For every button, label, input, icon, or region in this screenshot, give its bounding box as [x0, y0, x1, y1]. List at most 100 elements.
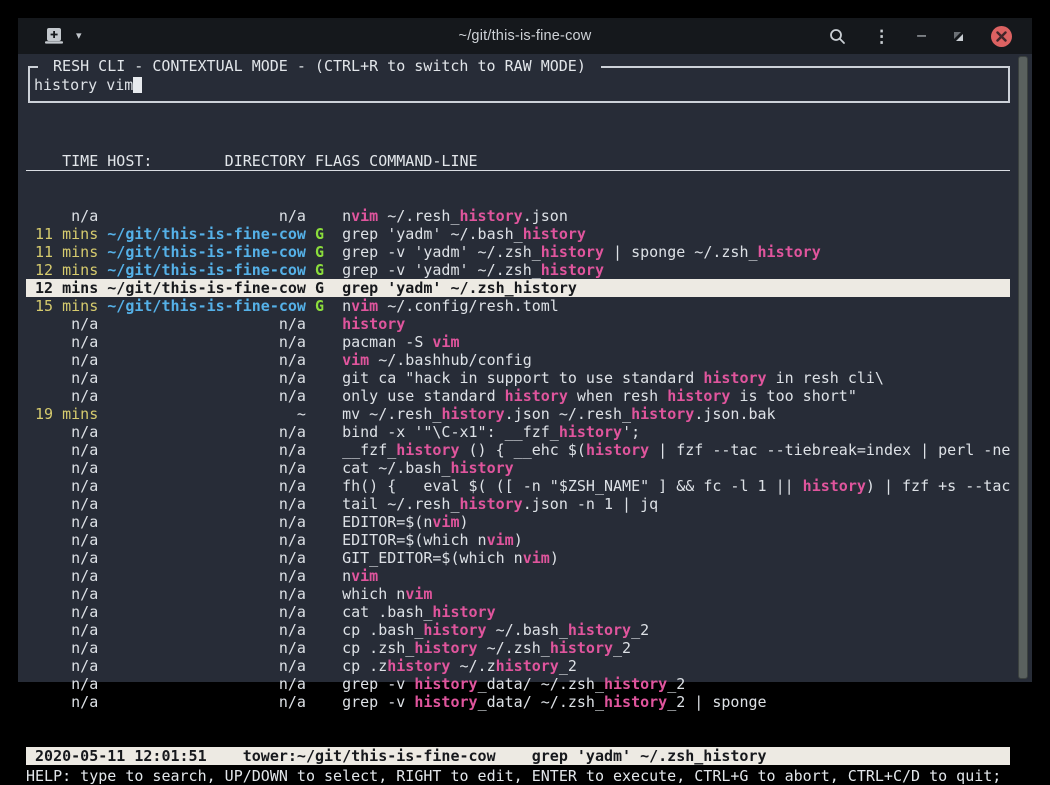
- row-flags: [315, 513, 342, 531]
- scrollbar[interactable]: [1018, 56, 1028, 679]
- scrollbar-thumb[interactable]: [1018, 56, 1028, 679]
- row-directory: n/a: [98, 693, 315, 711]
- row-directory: n/a: [98, 549, 315, 567]
- history-row[interactable]: n/a n/a vim ~/.bashhub/config: [26, 351, 1010, 369]
- row-time: n/a: [26, 657, 98, 675]
- row-command: in resh cli\: [767, 369, 884, 387]
- row-command-match: vim: [432, 333, 459, 351]
- row-command-match: history: [496, 657, 559, 675]
- row-command: grep -v 'yadm' ~/.zsh_: [342, 261, 541, 279]
- history-row[interactable]: n/a n/a nvim ~/.resh_history.json: [26, 207, 1010, 225]
- history-row[interactable]: n/a n/a cp .bash_history ~/.bash_history…: [26, 621, 1010, 639]
- table-header: TIME HOST: DIRECTORY FLAGS COMMAND-LINE: [26, 152, 1010, 171]
- terminal-content: RESH CLI - CONTEXTUAL MODE - (CTRL+R to …: [18, 54, 1032, 682]
- history-row[interactable]: n/a n/a cp .zsh_history ~/.zsh_history_2: [26, 639, 1010, 657]
- row-command-match: history: [396, 441, 459, 459]
- terminal-window: ▾ ~/git/this-is-fine-cow ⋮ –: [18, 18, 1032, 682]
- row-flags: [315, 423, 342, 441]
- history-row[interactable]: n/a n/a bind -x '"\C-x1": __fzf_history'…: [26, 423, 1010, 441]
- row-command: when resh: [568, 387, 667, 405]
- row-command: which n: [342, 585, 405, 603]
- row-command: cp .z: [342, 657, 387, 675]
- search-button[interactable]: [829, 28, 846, 45]
- history-row-selected[interactable]: 12 mins ~/git/this-is-fine-cow G grep 'y…: [26, 279, 1010, 297]
- row-command-match: history: [586, 441, 649, 459]
- row-directory: n/a: [98, 207, 315, 225]
- history-row[interactable]: n/a n/a __fzf_history () { __ehc $(histo…: [26, 441, 1010, 459]
- row-time: n/a: [26, 585, 98, 603]
- chevron-down-icon[interactable]: ▾: [76, 31, 82, 42]
- row-command-match: history: [604, 693, 667, 711]
- row-command-match: history: [441, 405, 504, 423]
- history-row[interactable]: n/a n/a grep -v history_data/ ~/.zsh_his…: [26, 693, 1010, 711]
- history-row[interactable]: n/a n/a cp .zhistory ~/.zhistory_2: [26, 657, 1010, 675]
- row-command-match: history: [568, 621, 631, 639]
- history-row[interactable]: n/a n/a EDITOR=$(which nvim): [26, 531, 1010, 549]
- history-row[interactable]: 12 mins ~/git/this-is-fine-cow G grep -v…: [26, 261, 1010, 279]
- row-directory: n/a: [98, 603, 315, 621]
- restore-button[interactable]: [953, 31, 964, 42]
- history-row[interactable]: n/a n/a git ca "hack in support to use s…: [26, 369, 1010, 387]
- row-flags: [315, 315, 342, 333]
- row-command: _2 | sponge: [667, 693, 766, 711]
- row-command: n: [342, 567, 351, 585]
- row-command-match: history: [460, 495, 523, 513]
- row-command: n: [342, 297, 351, 315]
- row-command: .json -n 1 | jq: [523, 495, 658, 513]
- history-row[interactable]: n/a n/a tail ~/.resh_history.json -n 1 |…: [26, 495, 1010, 513]
- history-row[interactable]: 11 mins ~/git/this-is-fine-cow G grep -v…: [26, 243, 1010, 261]
- close-button[interactable]: [991, 26, 1012, 47]
- row-command-match: vim: [523, 549, 550, 567]
- row-time: n/a: [26, 387, 98, 405]
- row-flags: [315, 441, 342, 459]
- row-time: 12 mins: [26, 261, 98, 279]
- help-line: HELP: type to search, UP/DOWN to select,…: [26, 767, 1010, 785]
- row-command: ): [460, 513, 469, 531]
- history-row[interactable]: n/a n/a grep -v history_data/ ~/.zsh_his…: [26, 675, 1010, 693]
- row-command-match: vim: [487, 531, 514, 549]
- row-command: tail ~/.resh_: [342, 495, 459, 513]
- row-directory: ~: [98, 405, 315, 423]
- row-time: n/a: [26, 531, 98, 549]
- row-flags: G: [315, 261, 342, 279]
- row-command: ~/.zsh_: [478, 639, 550, 657]
- row-time: n/a: [26, 333, 98, 351]
- history-row[interactable]: 19 mins ~ mv ~/.resh_history.json ~/.res…: [26, 405, 1010, 423]
- row-command: | fzf --tac --tiebreak=index | perl -ne: [649, 441, 1010, 459]
- row-command-match: history: [631, 405, 694, 423]
- history-row[interactable]: n/a n/a cat .bash_history: [26, 603, 1010, 621]
- history-row[interactable]: n/a n/a nvim: [26, 567, 1010, 585]
- row-command-match: history: [758, 243, 821, 261]
- history-row[interactable]: n/a n/a only use standard history when r…: [26, 387, 1010, 405]
- row-flags: [315, 585, 342, 603]
- row-command-match: vim: [351, 297, 378, 315]
- history-row[interactable]: n/a n/a fh() { eval $( ([ -n "$ZSH_NAME"…: [26, 477, 1010, 495]
- row-flags: [315, 657, 342, 675]
- history-row[interactable]: n/a n/a which nvim: [26, 585, 1010, 603]
- minimize-button[interactable]: –: [917, 28, 926, 44]
- row-directory: n/a: [98, 495, 315, 513]
- history-row[interactable]: n/a n/a GIT_EDITOR=$(which nvim): [26, 549, 1010, 567]
- titlebar: ▾ ~/git/this-is-fine-cow ⋮ –: [18, 18, 1032, 54]
- history-row[interactable]: n/a n/a cat ~/.bash_history: [26, 459, 1010, 477]
- history-row[interactable]: n/a n/a EDITOR=$(nvim): [26, 513, 1010, 531]
- row-time: n/a: [26, 603, 98, 621]
- history-row[interactable]: 15 mins ~/git/this-is-fine-cow G nvim ~/…: [26, 297, 1010, 315]
- new-tab-button[interactable]: [44, 28, 64, 45]
- row-time: n/a: [26, 549, 98, 567]
- history-row[interactable]: 11 mins ~/git/this-is-fine-cow G grep 'y…: [26, 225, 1010, 243]
- history-row[interactable]: n/a n/a history: [26, 315, 1010, 333]
- row-command-match: vim: [432, 513, 459, 531]
- row-flags: [315, 207, 342, 225]
- row-command-match: vim: [351, 207, 378, 225]
- row-command-match: history: [550, 639, 613, 657]
- history-row[interactable]: n/a n/a pacman -S vim: [26, 333, 1010, 351]
- row-flags: [315, 531, 342, 549]
- row-command: n: [342, 207, 351, 225]
- row-directory: n/a: [98, 531, 315, 549]
- restore-icon: [953, 31, 964, 42]
- row-command: | sponge ~/.zsh_: [604, 243, 758, 261]
- row-command: .json ~/.resh_: [505, 405, 631, 423]
- row-flags: [315, 603, 342, 621]
- menu-button[interactable]: ⋮: [873, 28, 890, 45]
